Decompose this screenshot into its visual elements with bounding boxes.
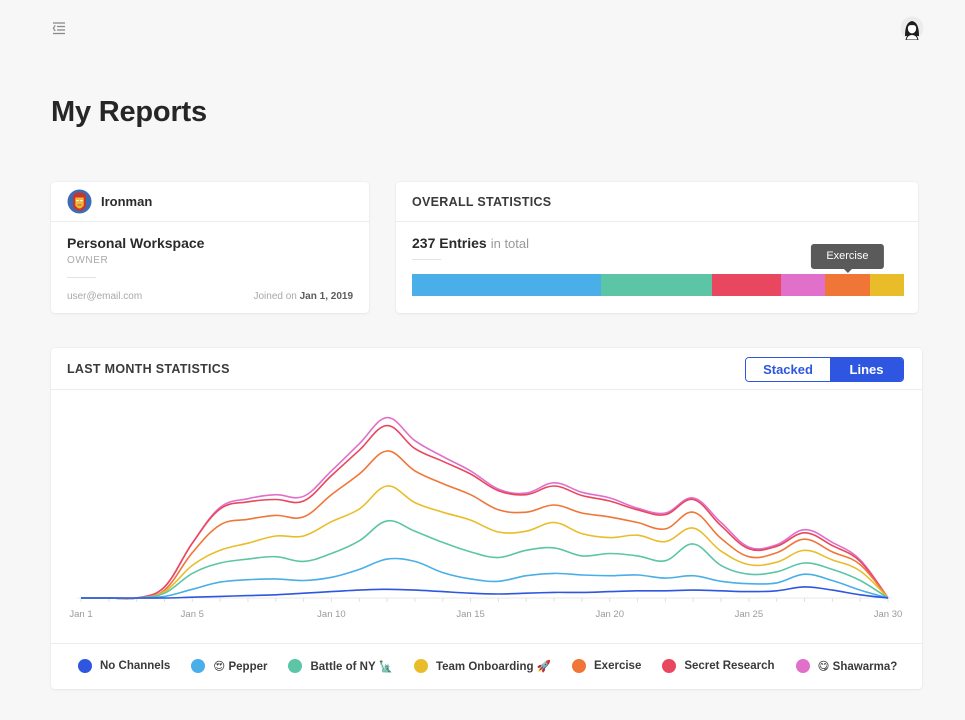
bar-segment-team-onboarding[interactable] [869, 274, 904, 296]
workspace-joined: Joined on Jan 1, 2019 [253, 291, 353, 302]
last-month-line-chart: Jan 1 Jan 5 Jan 10 Jan 15 Jan 20 Jan 25 Jan 30 [69, 416, 903, 620]
legend-label: Exercise [594, 660, 642, 672]
entries-count: 237 Entries [412, 235, 487, 251]
legend-color-dot [288, 659, 303, 673]
legend-item[interactable]: 😋 Shawarma? [795, 659, 898, 673]
legend-color-dot [572, 659, 587, 673]
segment-tooltip: Exercise [811, 244, 884, 273]
bar-segment-battle-of-ny[interactable] [601, 274, 713, 296]
workspace-card: Ironman Personal Workspace OWNER user@em… [51, 182, 369, 313]
legend-item[interactable]: Team Onboarding 🚀 [413, 659, 552, 673]
workspace-card-header: Ironman [51, 182, 369, 222]
legend-item[interactable]: No Channels [78, 659, 170, 673]
legend-color-dot [413, 659, 428, 673]
workspace-name: Personal Workspace [67, 235, 205, 251]
joined-date: Jan 1, 2019 [299, 291, 353, 302]
joined-label: Joined on [253, 291, 297, 302]
legend-label: No Channels [100, 660, 171, 672]
series-line-5[interactable] [80, 450, 889, 600]
x-tick-label: Jan 20 [595, 609, 624, 620]
chart-legend: No Channels 😍 Pepper Battle of NY 🗽 Team On… [78, 659, 918, 673]
user-avatar-icon[interactable] [900, 16, 924, 41]
series-line-7[interactable] [80, 416, 889, 600]
chart-mode-toggle: Stacked Lines [745, 357, 904, 382]
legend-label: Secret Research [684, 660, 775, 672]
x-tick-label: Jan 10 [317, 609, 346, 620]
legend-item[interactable]: Secret Research [662, 659, 775, 673]
entries-suffix: in total [490, 236, 530, 251]
workspace-email: user@email.com [67, 291, 143, 302]
overall-statistics-card: OVERALL STATISTICS 237 Entries in total E… [396, 182, 918, 313]
legend-item[interactable]: 😍 Pepper [191, 659, 267, 673]
lines-toggle-button[interactable]: Lines [830, 358, 903, 381]
bar-segment-exercise[interactable] [825, 274, 870, 296]
stacked-toggle-button[interactable]: Stacked [746, 358, 830, 381]
last-month-statistics-header: LAST MONTH STATISTICS Stacked Lines [51, 348, 922, 390]
divider [412, 259, 441, 260]
x-tick-label: Jan 30 [874, 609, 903, 620]
overall-statistics-header: OVERALL STATISTICS [396, 182, 918, 222]
entries-stacked-bar [412, 274, 904, 296]
legend-color-dot [78, 659, 92, 673]
legend-label: Team Onboarding 🚀 [435, 661, 552, 673]
bar-segment-pepper[interactable] [412, 274, 602, 296]
x-tick-label: Jan 15 [456, 609, 485, 620]
bar-segment-secret-research[interactable] [712, 274, 781, 296]
workspace-role: OWNER [67, 255, 109, 266]
divider [51, 643, 922, 644]
x-tick-label: Jan 5 [181, 609, 204, 620]
divider [67, 277, 96, 278]
ironman-avatar-icon [67, 189, 92, 214]
legend-label: Battle of NY 🗽 [310, 661, 393, 673]
legend-color-dot [191, 659, 206, 673]
x-tick-label: Jan 25 [735, 609, 764, 620]
x-tick-label: Jan 1 [69, 609, 92, 620]
legend-item[interactable]: Exercise [572, 659, 641, 673]
last-month-statistics-card: LAST MONTH STATISTICS Stacked Lines Jan … [51, 348, 922, 689]
legend-label: 😋 Shawarma? [817, 661, 898, 673]
collapse-menu-icon[interactable] [52, 21, 68, 35]
entries-total: 237 Entries in total [412, 235, 529, 251]
page-title: My Reports [51, 96, 207, 128]
legend-label: 😍 Pepper [213, 661, 268, 673]
legend-color-dot [662, 659, 677, 673]
overall-statistics-title: OVERALL STATISTICS [412, 194, 552, 209]
series-line-1[interactable] [80, 586, 889, 599]
legend-item[interactable]: Battle of NY 🗽 [288, 659, 393, 673]
legend-color-dot [795, 659, 810, 673]
bar-segment-shawarma[interactable] [780, 274, 826, 296]
last-month-statistics-title: LAST MONTH STATISTICS [67, 361, 230, 376]
workspace-user-name: Ironman [101, 194, 153, 209]
